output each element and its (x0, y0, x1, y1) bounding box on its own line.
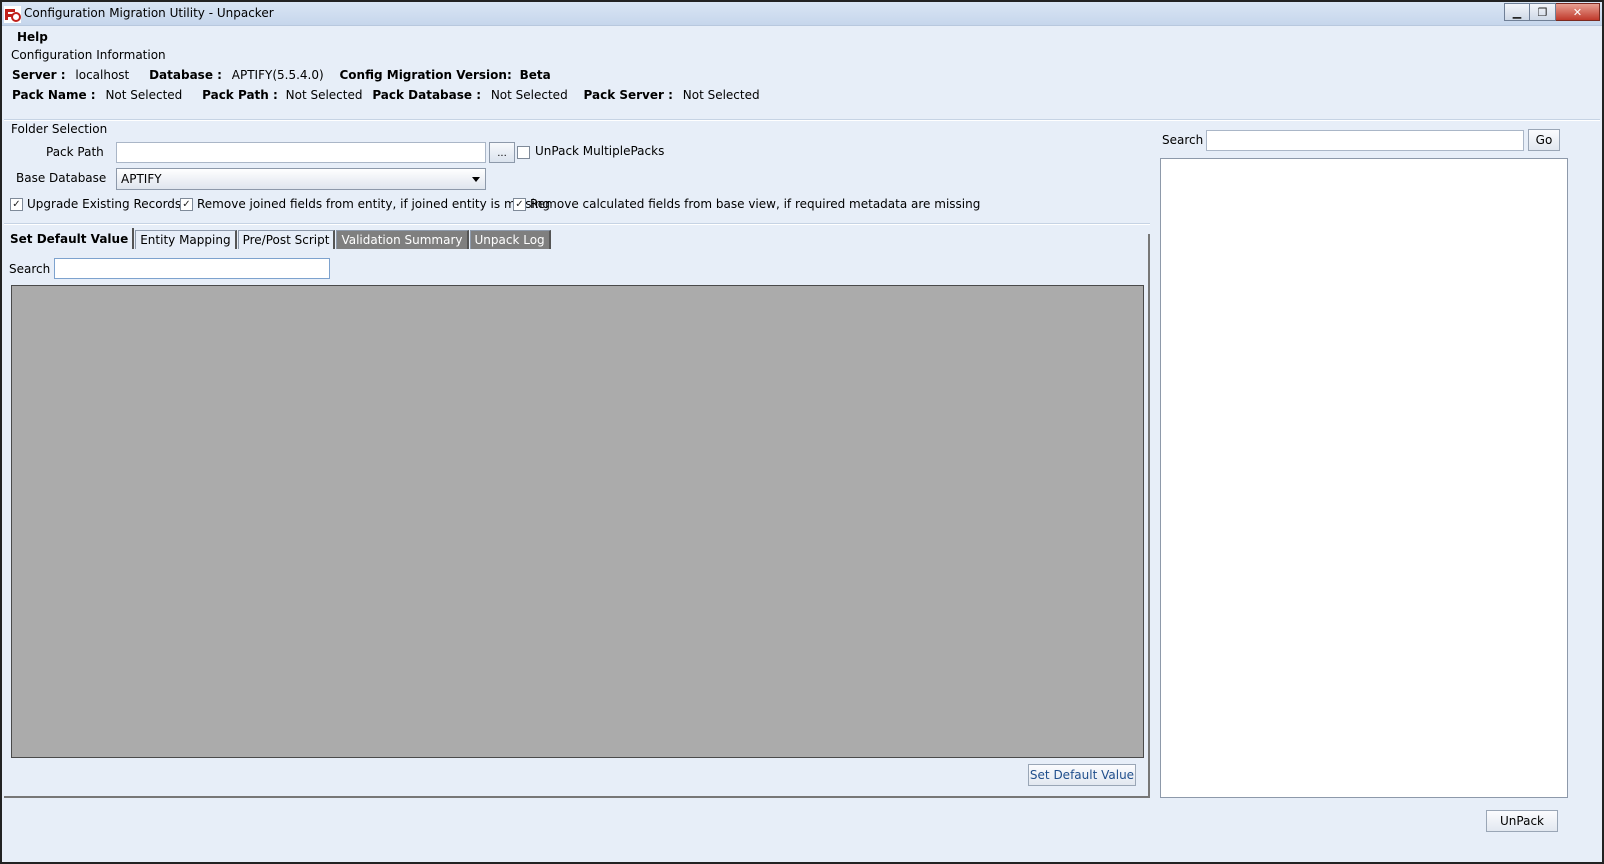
pack-database-value: Not Selected (490, 88, 568, 102)
unpack-multiple-label: UnPack MultiplePacks (535, 144, 665, 158)
config-info-row-2: Pack Name : Not Selected Pack Path : Not… (12, 88, 762, 102)
remove-calculated-checkbox[interactable]: ✓ (513, 198, 526, 211)
section-divider (4, 119, 1600, 121)
upgrade-existing-checkbox[interactable]: ✓ (10, 198, 23, 211)
unpack-button[interactable]: UnPack (1486, 810, 1558, 832)
version-value: Beta (519, 68, 551, 82)
window-controls: ▁ ❐ ✕ (1504, 3, 1600, 21)
pack-path-value: Not Selected (285, 88, 363, 102)
pack-server-label: Pack Server : (583, 88, 673, 102)
app-logo-icon (4, 6, 21, 23)
left-search-input[interactable] (54, 258, 330, 279)
base-database-select[interactable]: APTIFY (116, 168, 486, 190)
tab-strip: Set Default Value Entity Mapping Pre/Pos… (8, 228, 552, 249)
browse-button[interactable]: ... (489, 142, 515, 163)
remove-joined-checkbox[interactable]: ✓ (180, 198, 193, 211)
tab-set-default-value[interactable]: Set Default Value (8, 228, 135, 249)
minimize-button[interactable]: ▁ (1504, 3, 1530, 21)
remove-calculated-label: Remove calculated fields from base view,… (530, 197, 981, 211)
pack-path-input[interactable] (116, 142, 486, 163)
pack-path-field-label: Pack Path (46, 145, 104, 159)
close-button[interactable]: ✕ (1556, 3, 1600, 21)
tab-validation-summary[interactable]: Validation Summary (336, 230, 469, 249)
restore-button[interactable]: ❐ (1530, 3, 1556, 21)
left-search-label: Search (9, 262, 51, 276)
pack-name-label: Pack Name : (12, 88, 96, 102)
tab-pre-post-script[interactable]: Pre/Post Script (237, 230, 336, 249)
app-window: Configuration Migration Utility - Unpack… (0, 0, 1604, 864)
set-default-value-button[interactable]: Set Default Value (1028, 764, 1136, 786)
base-database-value: APTIFY (121, 172, 162, 186)
unpack-multiple-checkbox[interactable] (517, 146, 530, 159)
server-value: localhost (75, 68, 130, 82)
config-info-label: Configuration Information (11, 48, 166, 62)
tab-unpack-log[interactable]: Unpack Log (469, 230, 551, 249)
folder-selection-label: Folder Selection (11, 122, 108, 136)
base-database-label: Base Database (16, 171, 107, 185)
version-label: Config Migration Version: (339, 68, 512, 82)
database-label: Database : (149, 68, 222, 82)
right-search-label: Search (1162, 133, 1204, 147)
database-value: APTIFY(5.5.4.0) (231, 68, 324, 82)
config-info-row-1: Server : localhost Database : APTIFY(5.5… (12, 68, 551, 82)
pack-path-label: Pack Path : (202, 88, 278, 102)
window-title: Configuration Migration Utility - Unpack… (24, 6, 274, 20)
pack-name-value: Not Selected (105, 88, 183, 102)
menu-help[interactable]: Help (17, 30, 48, 44)
menu-bar: Help (2, 27, 1602, 47)
tab-entity-mapping[interactable]: Entity Mapping (135, 230, 237, 249)
results-list[interactable] (1160, 158, 1568, 798)
server-label: Server : (12, 68, 66, 82)
pack-server-value: Not Selected (682, 88, 760, 102)
title-bar[interactable]: Configuration Migration Utility - Unpack… (2, 2, 1602, 26)
pack-database-label: Pack Database : (372, 88, 481, 102)
go-button[interactable]: Go (1528, 129, 1560, 151)
default-values-grid[interactable] (11, 285, 1144, 758)
options-divider (4, 223, 1150, 225)
right-search-input[interactable] (1206, 130, 1524, 151)
remove-joined-label: Remove joined fields from entity, if joi… (197, 197, 551, 211)
upgrade-existing-label: Upgrade Existing Records (27, 197, 182, 211)
dropdown-arrow-icon (472, 177, 480, 182)
